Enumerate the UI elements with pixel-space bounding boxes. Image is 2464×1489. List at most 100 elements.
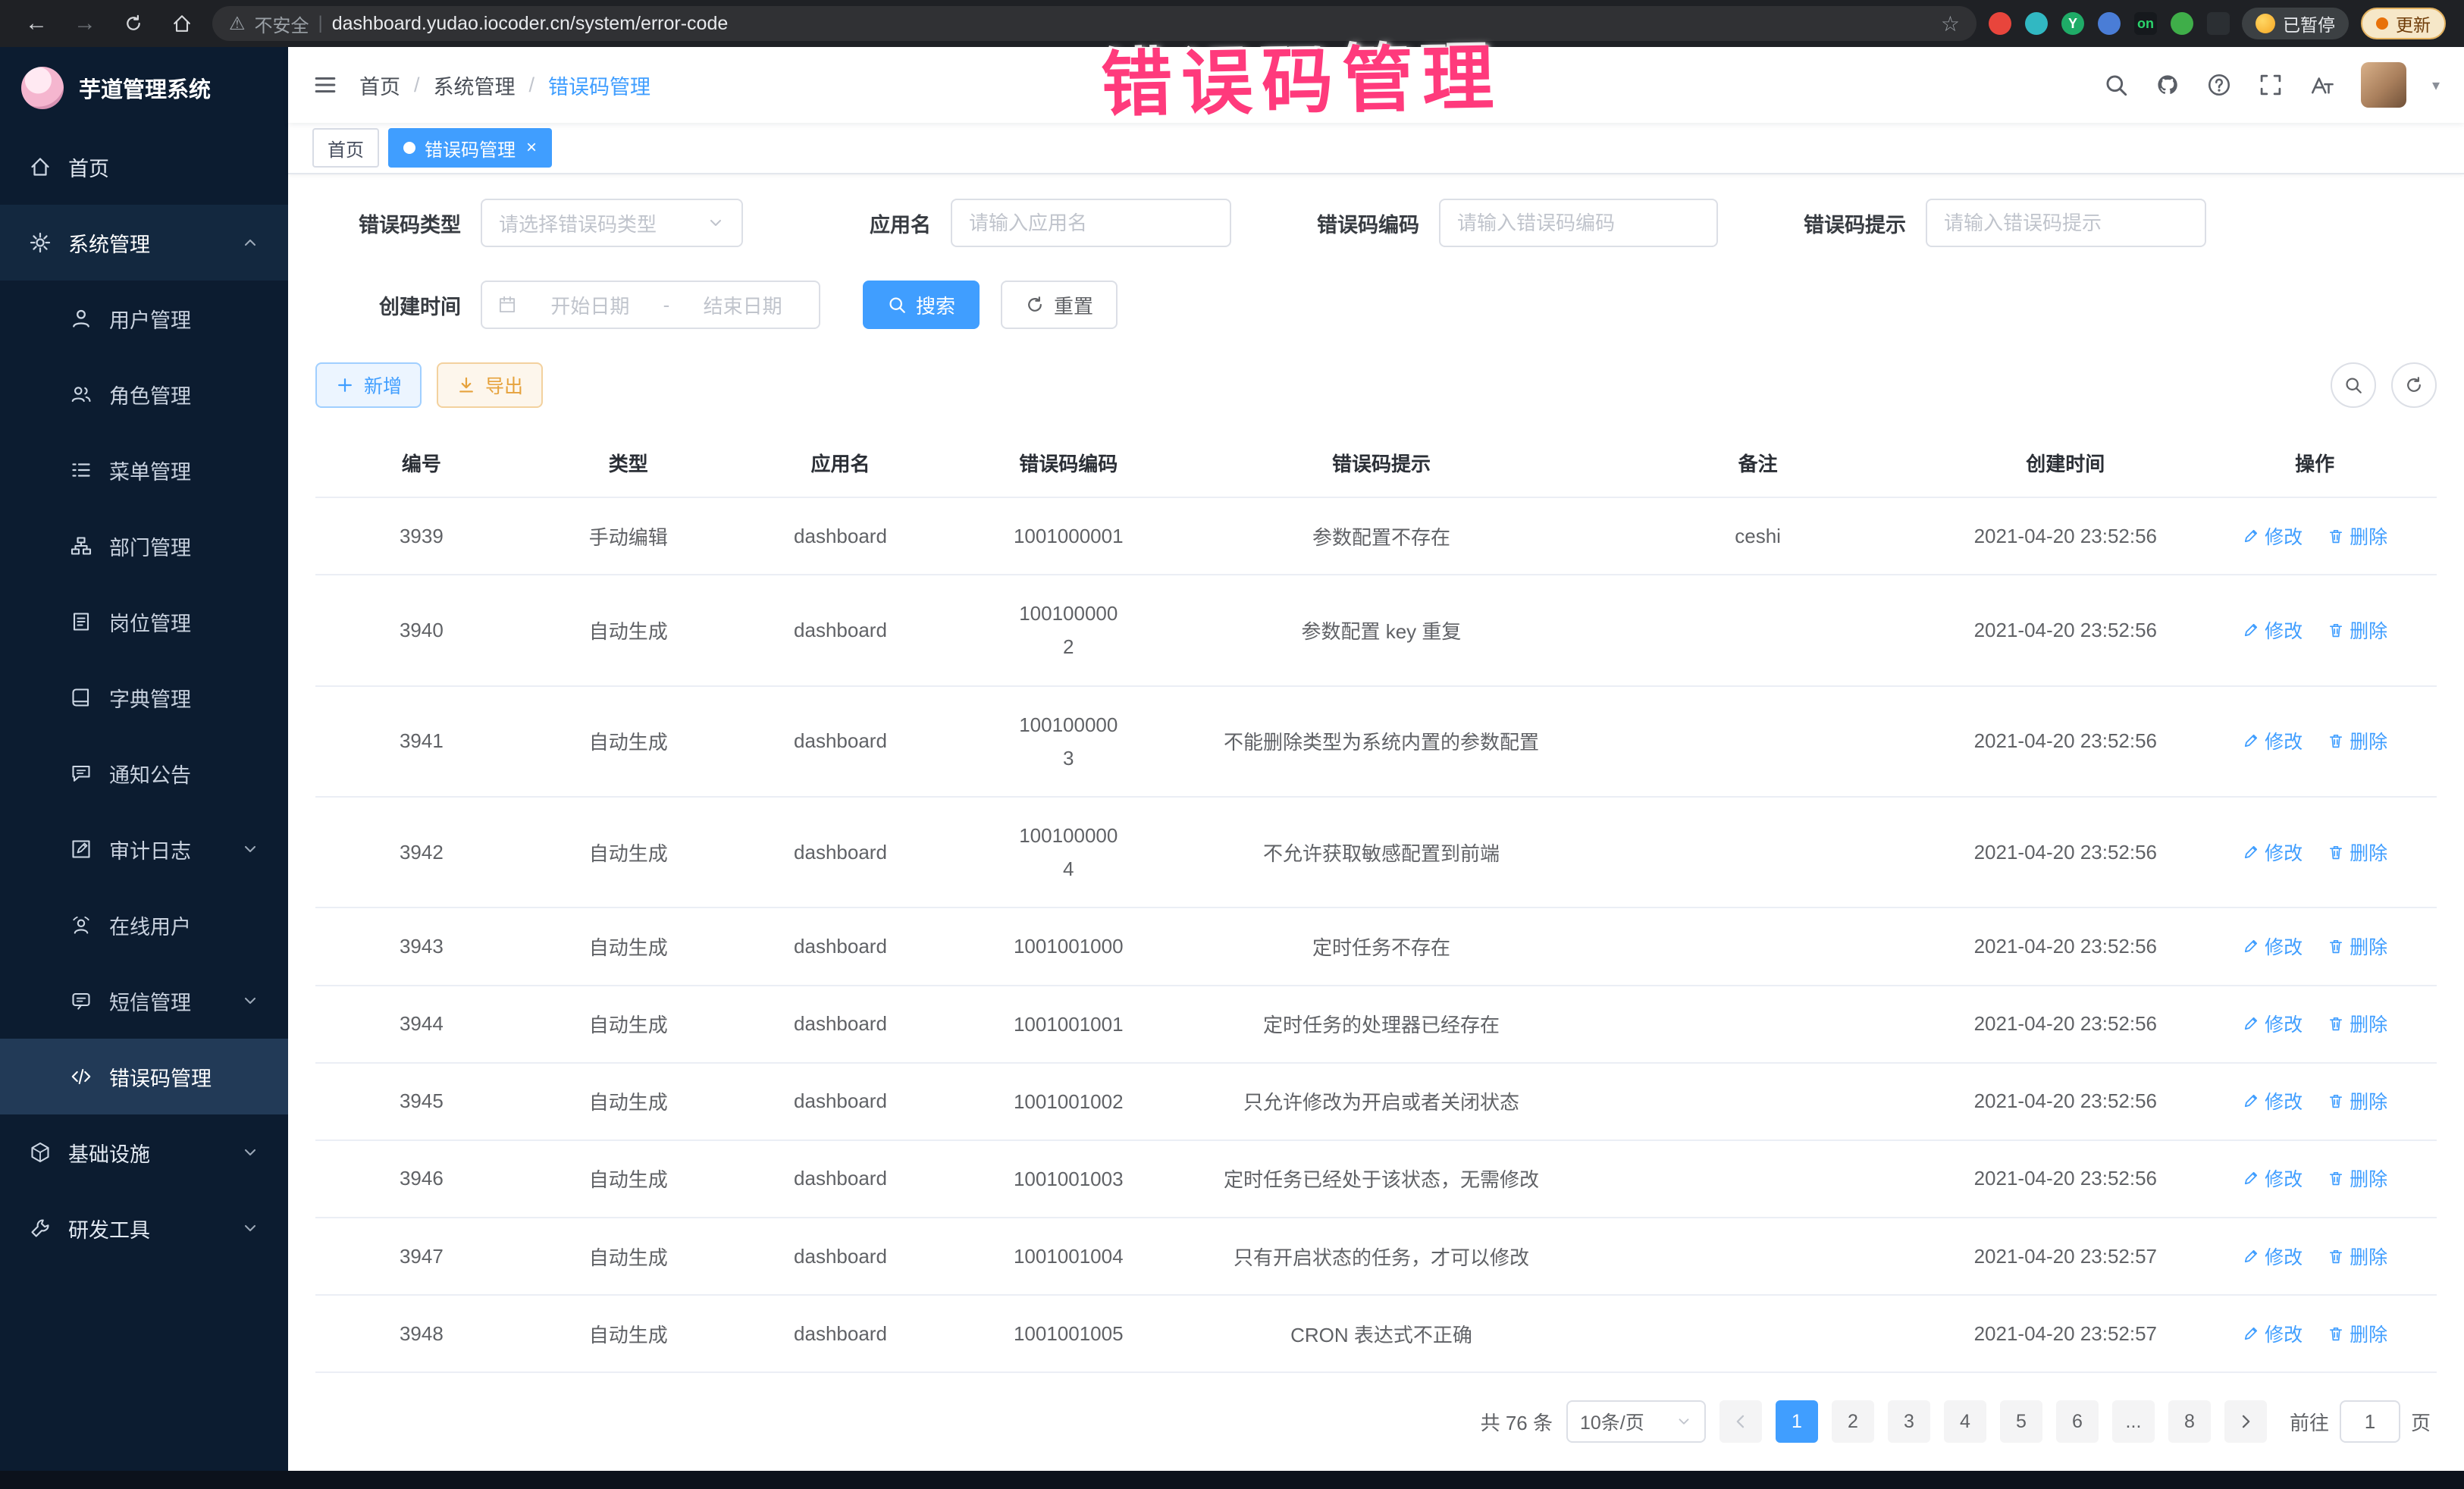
edit-link[interactable]: 修改 [2242,1165,2303,1192]
bookmark-star-icon[interactable]: ☆ [1941,11,1960,36]
pager-prev-button[interactable] [1719,1400,1762,1443]
extension-icon-dark-pin[interactable] [2207,12,2230,35]
browser-forward-icon[interactable]: → [67,11,103,36]
sidebar-item-infra[interactable]: 基础设施 [0,1114,288,1190]
user-avatar[interactable] [2361,62,2406,108]
export-button[interactable]: 导出 [437,362,543,408]
extension-icon-on-badge[interactable]: on [2134,12,2157,35]
pager-page-1[interactable]: 1 [1776,1400,1818,1443]
pager-page-2[interactable]: 2 [1832,1400,1874,1443]
op-label: 删除 [2350,1087,2387,1114]
delete-link[interactable]: 删除 [2327,1010,2387,1037]
error-hint-input[interactable] [1926,199,2206,247]
edit-link[interactable]: 修改 [2242,933,2303,960]
delete-link[interactable]: 删除 [2327,933,2387,960]
pager-page-8[interactable]: 8 [2168,1400,2211,1443]
filter-label: 错误码提示 [1760,208,1906,238]
goto-page-input[interactable] [2340,1400,2400,1443]
sidebar-item-notice[interactable]: 通知公告 [0,735,288,811]
pager-page-4[interactable]: 4 [1944,1400,1986,1443]
update-button[interactable]: 更新 [2361,8,2446,39]
breadcrumb-item[interactable]: 系统管理 [434,71,516,100]
hamburger-icon[interactable] [312,72,338,98]
extension-icon-teal-drop[interactable] [2025,12,2048,35]
sms-icon [70,989,92,1012]
page-size-select[interactable]: 10条/页 [1566,1400,1706,1443]
sidebar-item-system[interactable]: 系统管理 [0,205,288,281]
delete-link[interactable]: 删除 [2327,727,2387,754]
address-bar[interactable]: ⚠ 不安全 | dashboard.yudao.iocoder.cn/syste… [212,6,1977,41]
sidebar-item-sms[interactable]: 短信管理 [0,963,288,1039]
help-icon[interactable] [2206,72,2232,98]
cell-message: 参数配置不存在 [1185,497,1578,575]
search-icon[interactable] [2103,72,2129,98]
pager-more[interactable]: ... [2112,1400,2155,1443]
edit-link[interactable]: 修改 [2242,1010,2303,1037]
delete-link[interactable]: 删除 [2327,1165,2387,1192]
pager-page-3[interactable]: 3 [1888,1400,1930,1443]
github-icon[interactable] [2155,72,2180,98]
add-button[interactable]: 新增 [315,362,422,408]
error-type-select[interactable]: 请选择错误码类型 [481,199,743,247]
chevron-down-icon [241,1219,259,1237]
extension-icon-green-dot[interactable] [2171,12,2193,35]
edit-link[interactable]: 修改 [2242,1087,2303,1114]
pager-page-5[interactable]: 5 [2000,1400,2042,1443]
font-size-icon[interactable] [2309,72,2335,98]
sidebar-item-dict[interactable]: 字典管理 [0,660,288,735]
sidebar-item-dept[interactable]: 部门管理 [0,508,288,584]
refresh-table-button[interactable] [2391,362,2437,408]
edit-link[interactable]: 修改 [2242,616,2303,644]
browser-back-icon[interactable]: ← [18,11,55,36]
sidebar-item-post[interactable]: 岗位管理 [0,584,288,660]
sidebar-item-error-code[interactable]: 错误码管理 [0,1039,288,1114]
delete-link[interactable]: 删除 [2327,1320,2387,1347]
date-range-picker[interactable]: 开始日期 - 结束日期 [481,281,820,329]
fullscreen-icon[interactable] [2258,72,2284,98]
edit-link[interactable]: 修改 [2242,1243,2303,1270]
extension-icon-red-circle[interactable] [1989,12,2011,35]
extension-icon-blue-grid[interactable] [2098,12,2121,35]
edit-link[interactable]: 修改 [2242,839,2303,866]
browser-home-icon[interactable] [164,13,200,34]
sidebar: 芋道管理系统 首页系统管理用户管理角色管理菜单管理部门管理岗位管理字典管理通知公… [0,47,288,1489]
sidebar-item-audit-log[interactable]: 审计日志 [0,811,288,887]
tab-close-icon[interactable]: × [526,137,537,158]
sidebar-item-online-user[interactable]: 在线用户 [0,887,288,963]
delete-link[interactable]: 删除 [2327,616,2387,644]
delete-link[interactable]: 删除 [2327,839,2387,866]
sidebar-item-label: 角色管理 [109,380,191,409]
sidebar-item-role[interactable]: 角色管理 [0,356,288,432]
search-button[interactable]: 搜索 [863,281,980,329]
paused-pill[interactable]: 已暂停 [2242,8,2349,39]
pager-page-6[interactable]: 6 [2056,1400,2099,1443]
delete-link[interactable]: 删除 [2327,1243,2387,1270]
chevron-right-icon [2237,1412,2255,1431]
tab-home[interactable]: 首页 [312,128,379,168]
sidebar-item-label: 字典管理 [109,683,191,713]
extension-icon-green-y[interactable]: Y [2061,12,2084,35]
delete-link[interactable]: 删除 [2327,522,2387,550]
app-logo[interactable]: 芋道管理系统 [0,47,288,129]
reset-button[interactable]: 重置 [1001,281,1118,329]
browser-reload-icon[interactable] [115,13,152,34]
edit-link[interactable]: 修改 [2242,727,2303,754]
breadcrumb-item[interactable]: 首页 [359,71,400,100]
sidebar-item-user[interactable]: 用户管理 [0,281,288,356]
cell-app: dashboard [729,497,952,575]
breadcrumb-item[interactable]: 错误码管理 [548,71,650,100]
app-name-input[interactable] [951,199,1231,247]
pager-next-button[interactable] [2224,1400,2267,1443]
error-code-input[interactable] [1439,199,1718,247]
show-search-button[interactable] [2331,362,2376,408]
tab-error-code[interactable]: 错误码管理× [388,128,552,168]
delete-link[interactable]: 删除 [2327,1087,2387,1114]
sidebar-item-menu[interactable]: 菜单管理 [0,432,288,508]
edit-link[interactable]: 修改 [2242,522,2303,550]
avatar-caret-icon[interactable]: ▾ [2432,76,2440,95]
screenshot-root: ← → ⚠ 不安全 | dashboard.yudao.iocoder.cn/s… [0,0,2464,1489]
edit-link[interactable]: 修改 [2242,1320,2303,1347]
cell-created: 2021-04-20 23:52:56 [1938,575,2193,685]
sidebar-item-home[interactable]: 首页 [0,129,288,205]
sidebar-item-dev-tools[interactable]: 研发工具 [0,1190,288,1266]
